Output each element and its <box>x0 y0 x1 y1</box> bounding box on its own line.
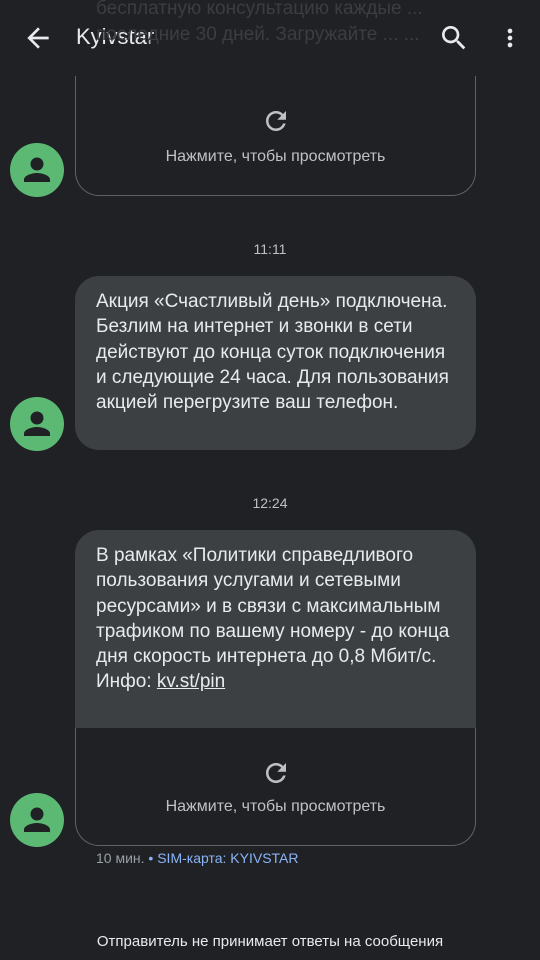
search-icon[interactable] <box>438 22 470 54</box>
more-vert-icon[interactable] <box>496 22 524 54</box>
message-bubble[interactable]: Акция «Счастливый день» подключена. Безл… <box>75 276 476 450</box>
sim-label: SIM-карта: KYIVSTAR <box>157 850 299 866</box>
scrolled-message-fragment: бесплатную консультацию каждые ... после… <box>96 0 423 45</box>
person-icon <box>24 411 50 436</box>
avatar <box>10 397 64 451</box>
refresh-icon <box>261 106 291 136</box>
no-reply-notice: Отправитель не принимает ответы на сообщ… <box>96 933 444 950</box>
mms-tap-to-view: Нажмите, чтобы просмотреть <box>165 798 386 815</box>
message-text-main: В рамках «Политики справедливого пользов… <box>96 545 450 693</box>
message-timestamp: 11:11 <box>253 241 287 257</box>
avatar <box>10 143 64 197</box>
person-icon <box>24 807 50 832</box>
meta-separator: • <box>144 850 158 866</box>
mms-attachment-card[interactable]: Нажмите, чтобы просмотреть <box>75 76 476 196</box>
avatar <box>10 793 64 847</box>
message-age: 10 мин. <box>96 850 145 866</box>
back-arrow-icon[interactable] <box>22 22 54 54</box>
refresh-icon <box>261 758 291 788</box>
person-icon <box>24 157 50 182</box>
message-text: В рамках «Политики справедливого пользов… <box>75 530 476 707</box>
message-bubble[interactable]: В рамках «Политики справедливого пользов… <box>75 530 476 750</box>
info-link[interactable]: kv.st/pin <box>157 671 225 692</box>
mms-tap-to-view: Нажмите, чтобы просмотреть <box>165 148 386 165</box>
message-status: 10 мин. • SIM-карта: KYIVSTAR <box>96 850 299 866</box>
message-text: Акция «Счастливый день» подключена. Безл… <box>96 291 449 414</box>
message-timestamp: 12:24 <box>252 495 288 511</box>
mms-attachment-card[interactable]: Нажмите, чтобы просмотреть <box>75 728 476 846</box>
